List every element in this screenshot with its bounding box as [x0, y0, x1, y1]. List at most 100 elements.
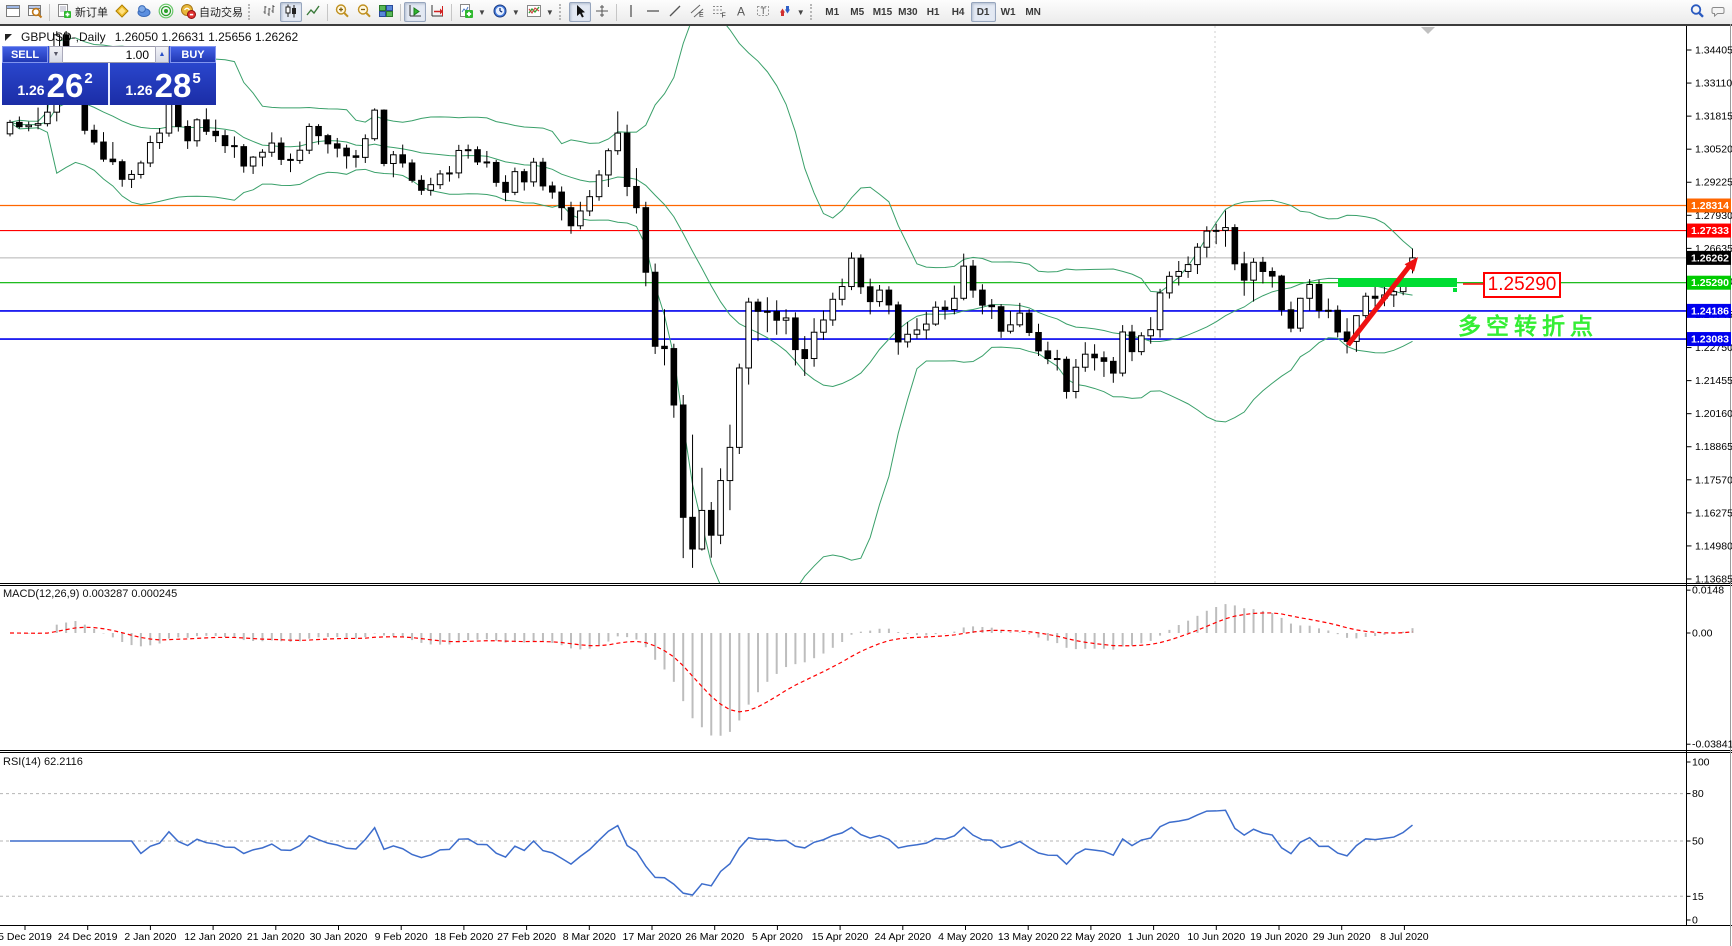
- bar-chart-button[interactable]: [258, 2, 280, 22]
- indicators-icon: [526, 3, 542, 22]
- svg-text:1.24186: 1.24186: [1691, 305, 1729, 317]
- volume-up-button[interactable]: ▲: [155, 46, 169, 63]
- chart-svg: 1.344051.331101.318151.305201.292251.279…: [0, 0, 1732, 946]
- chart-window-button[interactable]: [2, 2, 24, 22]
- bar-chart-icon: [261, 3, 277, 22]
- fibonacci-button[interactable]: F: [708, 2, 730, 22]
- svg-text:17 Mar 2020: 17 Mar 2020: [623, 931, 682, 943]
- trend-arrow: [1346, 262, 1413, 347]
- candlestick-chart-icon: [283, 3, 299, 22]
- svg-text:F: F: [721, 12, 725, 19]
- buy-price-sup: 5: [192, 70, 201, 87]
- timeframe-m15-button[interactable]: M15: [870, 2, 895, 22]
- trend-note-text[interactable]: 多空转折点: [1458, 307, 1598, 341]
- period-button[interactable]: ▼: [489, 2, 523, 22]
- timeframe-h1-button[interactable]: H1: [921, 2, 946, 22]
- zoom-in-icon: [334, 3, 350, 22]
- zoom-out-icon: [356, 3, 372, 22]
- autotrading-button[interactable]: 自动交易: [177, 2, 246, 22]
- equidistant-channel-button[interactable]: E: [686, 2, 708, 22]
- timeframe-m30-button[interactable]: M30: [895, 2, 920, 22]
- volume-input[interactable]: 1.00: [63, 46, 155, 63]
- sell-price[interactable]: 1.26 26 2: [2, 63, 110, 105]
- svg-text:2 Jan 2020: 2 Jan 2020: [124, 931, 176, 943]
- toolbar-grip: [558, 4, 565, 20]
- arrows-button[interactable]: ▼: [774, 2, 808, 22]
- main-toolbar: 新订单 自动交易 ▼ ▼ ▼ E F A T ▼ M1 M5 M15 M30 H…: [0, 0, 1732, 24]
- trendline-button[interactable]: [664, 2, 686, 22]
- tile-windows-button[interactable]: [375, 2, 397, 22]
- signals-button[interactable]: [155, 2, 177, 22]
- metaeditor-icon: [114, 3, 130, 22]
- volume-stepper: ▼ 1.00 ▲: [49, 46, 169, 63]
- buy-price[interactable]: 1.26 28 5: [110, 63, 216, 105]
- search-button[interactable]: [1686, 2, 1708, 22]
- chart-shift-button[interactable]: [426, 2, 448, 22]
- svg-text:22 May 2020: 22 May 2020: [1061, 931, 1122, 943]
- community-chat-icon: [1711, 3, 1727, 22]
- svg-text:5 Apr 2020: 5 Apr 2020: [752, 931, 803, 943]
- line-chart-button[interactable]: [302, 2, 324, 22]
- dropdown-caret-icon: ▼: [511, 7, 520, 17]
- line-chart-icon: [305, 3, 321, 22]
- svg-text:50: 50: [1692, 836, 1704, 848]
- market-button[interactable]: [133, 2, 155, 22]
- auto-scroll-button[interactable]: [404, 2, 426, 22]
- chart-shift-marker: [1421, 27, 1435, 34]
- svg-text:30 Jan 2020: 30 Jan 2020: [310, 931, 368, 943]
- timeframe-w1-button[interactable]: W1: [996, 2, 1021, 22]
- svg-text:0.00: 0.00: [1692, 628, 1713, 640]
- new-chart-button[interactable]: ▼: [455, 2, 489, 22]
- timeframe-m1-button[interactable]: M1: [820, 2, 845, 22]
- new-order-label: 新订单: [75, 7, 108, 19]
- autotrading-label: 自动交易: [199, 7, 243, 19]
- bollinger-middle: [9, 99, 1413, 388]
- svg-text:19 Jun 2020: 19 Jun 2020: [1250, 931, 1308, 943]
- cursor-button[interactable]: [568, 2, 591, 22]
- community-button[interactable]: [1708, 2, 1730, 22]
- dropdown-caret-icon: ▼: [796, 7, 805, 17]
- svg-text:1.16275: 1.16275: [1695, 507, 1732, 519]
- fibonacci-icon: F: [711, 3, 727, 22]
- svg-text:13 May 2020: 13 May 2020: [998, 931, 1059, 943]
- volume-down-button[interactable]: ▼: [49, 46, 63, 63]
- metaeditor-button[interactable]: [111, 2, 133, 22]
- timeframe-h4-button[interactable]: H4: [946, 2, 971, 22]
- text-label-button[interactable]: T: [752, 2, 774, 22]
- zoom-out-button[interactable]: [353, 2, 375, 22]
- svg-text:8 Mar 2020: 8 Mar 2020: [563, 931, 616, 943]
- candlestick-chart-button[interactable]: [280, 2, 302, 22]
- vertical-line-button[interactable]: [620, 2, 642, 22]
- buy-button[interactable]: BUY: [170, 46, 216, 63]
- price-annotation-box[interactable]: 1.25290: [1483, 272, 1561, 298]
- price-axis: 1.344051.331101.318151.305201.292251.279…: [1686, 45, 1732, 585]
- price-chart[interactable]: 1.34405 1.33110 1.31815 1.30520 1.29225 1.279…: [0, 0, 1732, 946]
- chart-menu-icon[interactable]: [5, 33, 12, 41]
- one-click-trading-panel: SELL ▼ 1.00 ▲ BUY 1.26 26 2 1.26 28 5: [2, 46, 216, 105]
- timeframe-d1-button[interactable]: D1: [970, 2, 996, 22]
- new-order-button[interactable]: 新订单: [53, 2, 111, 22]
- horizontal-line-button[interactable]: [642, 2, 664, 22]
- timeframe-mn-button[interactable]: MN: [1021, 2, 1046, 22]
- bollinger-upper: [9, 26, 1413, 293]
- chart-shift-icon: [429, 3, 445, 22]
- equidistant-channel-icon: E: [689, 3, 705, 22]
- toolbar-grip: [248, 4, 254, 20]
- svg-text:1.27333: 1.27333: [1691, 225, 1729, 237]
- svg-text:5 Dec 2019: 5 Dec 2019: [0, 931, 52, 943]
- crosshair-button[interactable]: [591, 2, 613, 22]
- svg-text:1.17570: 1.17570: [1695, 474, 1732, 486]
- strategy-tester-button[interactable]: [24, 2, 46, 22]
- text-button[interactable]: A: [730, 2, 752, 22]
- svg-text:1.29225: 1.29225: [1695, 177, 1732, 189]
- timeframe-m5-button[interactable]: M5: [845, 2, 870, 22]
- svg-text:12 Jan 2020: 12 Jan 2020: [184, 931, 242, 943]
- indicators-button[interactable]: ▼: [523, 2, 557, 22]
- rsi-indicator-label: RSI(14) 62.2116: [3, 756, 83, 768]
- svg-text:-0.038415: -0.038415: [1692, 739, 1732, 751]
- svg-text:26 Mar 2020: 26 Mar 2020: [685, 931, 744, 943]
- zoom-in-button[interactable]: [331, 2, 353, 22]
- rsi-line: [10, 809, 1413, 896]
- svg-text:E: E: [699, 12, 704, 19]
- sell-button[interactable]: SELL: [2, 46, 48, 63]
